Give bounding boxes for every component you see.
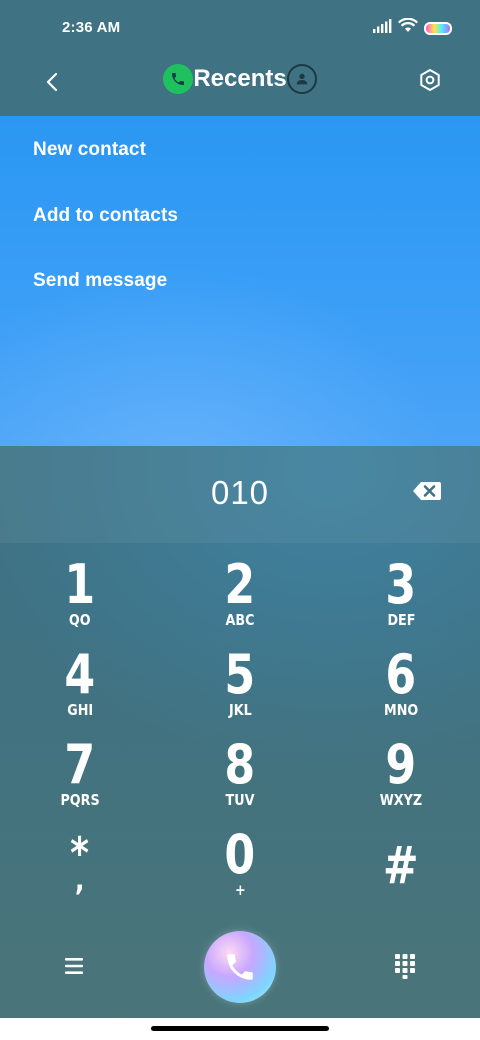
home-indicator[interactable] bbox=[151, 1026, 329, 1031]
key-hash[interactable]: # bbox=[341, 826, 461, 914]
keypad: 1 QO 2 ABC 3 DEF 4 GHI 5 JKL 6 MNO 7 PQR… bbox=[0, 556, 480, 916]
menu-button[interactable] bbox=[60, 954, 88, 978]
key-6[interactable]: 6 MNO bbox=[341, 646, 461, 734]
key-1[interactable]: 1 QO bbox=[20, 556, 140, 644]
settings-button[interactable] bbox=[414, 64, 446, 96]
key-digit: 8 bbox=[224, 733, 256, 796]
key-digit: 4 bbox=[64, 643, 96, 706]
key-letters: ABC bbox=[225, 611, 255, 629]
page-title: Recents bbox=[193, 65, 287, 92]
menu-icon bbox=[65, 958, 83, 974]
phone-icon[interactable] bbox=[163, 64, 194, 94]
key-digit: 5 bbox=[224, 643, 256, 706]
signal-icon bbox=[372, 18, 392, 38]
key-letters: WXYZ bbox=[379, 791, 423, 809]
status-time: 2:36 AM bbox=[62, 19, 121, 36]
number-display-area: 010 bbox=[0, 446, 480, 543]
dialpad-icon bbox=[395, 954, 415, 979]
call-button[interactable] bbox=[204, 931, 276, 1003]
key-star[interactable]: * , bbox=[20, 826, 140, 914]
key-letters: + bbox=[234, 881, 246, 899]
contacts-icon[interactable] bbox=[286, 64, 317, 94]
key-digit: 0 bbox=[224, 823, 256, 886]
new-contact-item[interactable]: New contact bbox=[33, 139, 146, 161]
key-letters: QO bbox=[69, 611, 91, 629]
key-letters: PQRS bbox=[60, 791, 100, 809]
key-digit: 1 bbox=[64, 553, 96, 616]
key-letters: , bbox=[75, 863, 85, 898]
app-header: Recents bbox=[0, 56, 480, 116]
suggestion-menu: New contact Add to contacts Send message bbox=[0, 116, 480, 446]
key-digit: 2 bbox=[224, 553, 256, 616]
send-message-item[interactable]: Send message bbox=[33, 270, 167, 292]
key-letters: JKL bbox=[228, 701, 252, 719]
dialed-number: 010 bbox=[210, 474, 270, 511]
dialer-screen: 2:36 AM Recents New contact Add to conta… bbox=[0, 0, 480, 1040]
add-to-contacts-item[interactable]: Add to contacts bbox=[33, 205, 178, 227]
key-digit: # bbox=[383, 836, 419, 896]
backspace-button[interactable] bbox=[412, 480, 442, 502]
key-9[interactable]: 9 WXYZ bbox=[341, 736, 461, 824]
key-3[interactable]: 3 DEF bbox=[341, 556, 461, 644]
key-4[interactable]: 4 GHI bbox=[20, 646, 140, 734]
key-letters: TUV bbox=[225, 791, 255, 809]
key-7[interactable]: 7 PQRS bbox=[20, 736, 140, 824]
key-5[interactable]: 5 JKL bbox=[180, 646, 300, 734]
key-letters: MNO bbox=[383, 701, 419, 719]
backspace-icon bbox=[413, 482, 441, 500]
key-0[interactable]: 0 + bbox=[180, 826, 300, 914]
key-2[interactable]: 2 ABC bbox=[180, 556, 300, 644]
key-letters: GHI bbox=[67, 701, 93, 719]
key-digit: 7 bbox=[64, 733, 96, 796]
status-icons bbox=[372, 17, 452, 38]
settings-icon bbox=[420, 69, 440, 91]
status-bar: 2:36 AM bbox=[0, 0, 480, 56]
wifi-icon bbox=[398, 17, 418, 38]
key-digit: 3 bbox=[385, 553, 417, 616]
title-group: Recents bbox=[0, 64, 480, 94]
call-icon bbox=[227, 954, 253, 980]
key-letters: DEF bbox=[386, 611, 415, 629]
battery-icon bbox=[424, 21, 452, 35]
dialpad-toggle-button[interactable] bbox=[392, 952, 418, 980]
system-nav-bar bbox=[0, 1018, 480, 1040]
bottom-bar bbox=[0, 928, 480, 1018]
key-8[interactable]: 8 TUV bbox=[180, 736, 300, 824]
key-digit: 6 bbox=[385, 643, 417, 706]
key-digit: 9 bbox=[385, 733, 417, 796]
